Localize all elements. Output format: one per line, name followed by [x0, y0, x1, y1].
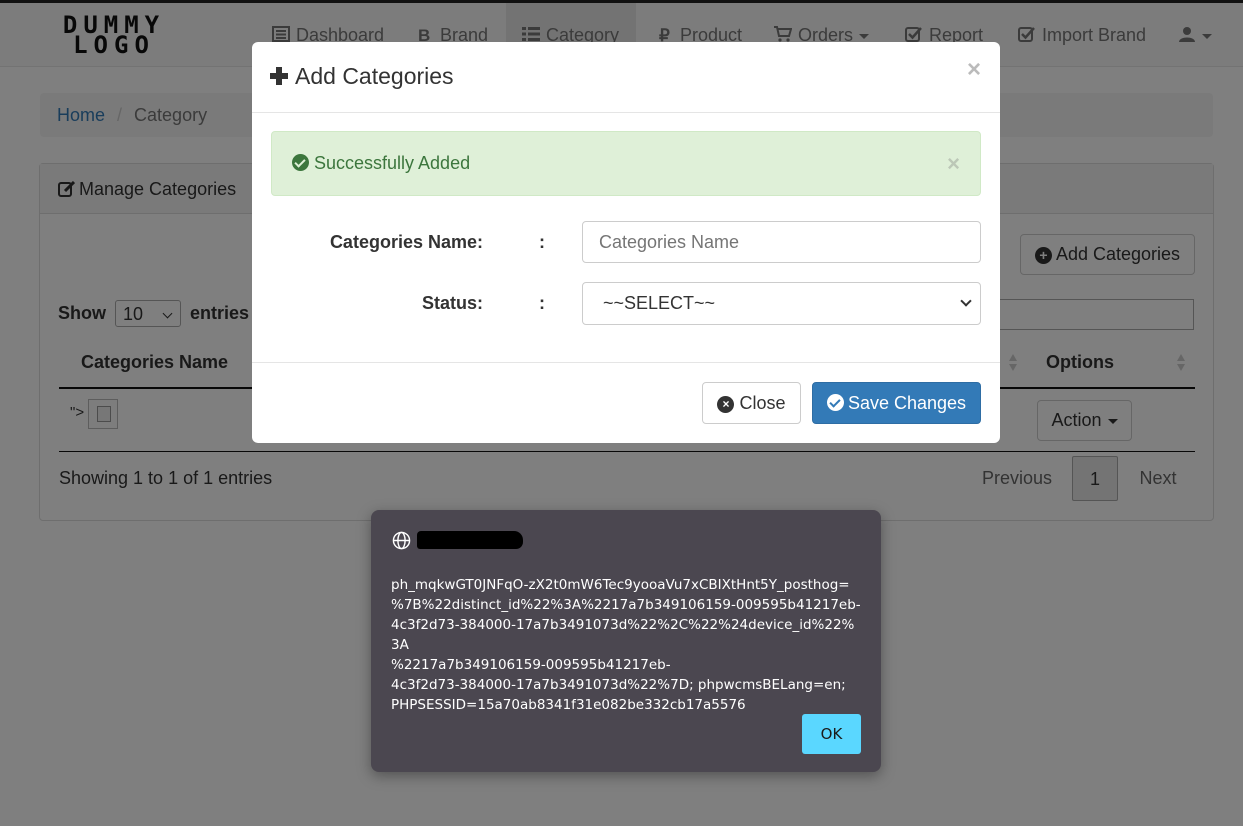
colon: : [539, 232, 545, 252]
modal-footer-divider [252, 362, 1000, 363]
plus-icon [270, 67, 288, 85]
chevron-down-icon [960, 295, 972, 307]
colon: : [539, 293, 545, 313]
categories-name-input[interactable] [582, 221, 981, 263]
status-select[interactable]: ~~SELECT~~ [582, 282, 981, 325]
dialog-message: ph_mqkwGT0JNFqO-zX2t0mW6Tec9yooaVu7xCBIX… [391, 577, 861, 713]
add-categories-modal: Add Categories × Successfully Added × Ca… [252, 42, 1000, 443]
status-select-value: ~~SELECT~~ [603, 293, 716, 313]
modal-close-button[interactable]: × [967, 58, 981, 82]
dialog-ok-button[interactable]: OK [802, 714, 861, 754]
success-alert: Successfully Added × [271, 131, 981, 196]
save-changes-button[interactable]: Save Changes [812, 382, 981, 424]
save-changes-label: Save Changes [847, 393, 967, 413]
alert-close-button[interactable]: × [947, 132, 960, 195]
modal-title: Add Categories [295, 63, 454, 89]
categories-name-label: Categories Name: [329, 232, 483, 252]
success-alert-text: Successfully Added [314, 153, 471, 173]
globe-icon [392, 531, 411, 550]
close-button[interactable]: × Close [702, 382, 801, 424]
check-circle-icon [826, 394, 844, 411]
remove-circle-icon: × [717, 396, 735, 413]
check-circle-icon [292, 154, 309, 171]
status-label: Status: [421, 293, 483, 313]
redacted-origin [417, 531, 523, 549]
modal-header: Add Categories × [252, 42, 1000, 113]
browser-alert-dialog: ph_mqkwGT0JNFqO-zX2t0mW6Tec9yooaVu7xCBIX… [371, 510, 881, 772]
close-button-label: Close [739, 393, 786, 413]
